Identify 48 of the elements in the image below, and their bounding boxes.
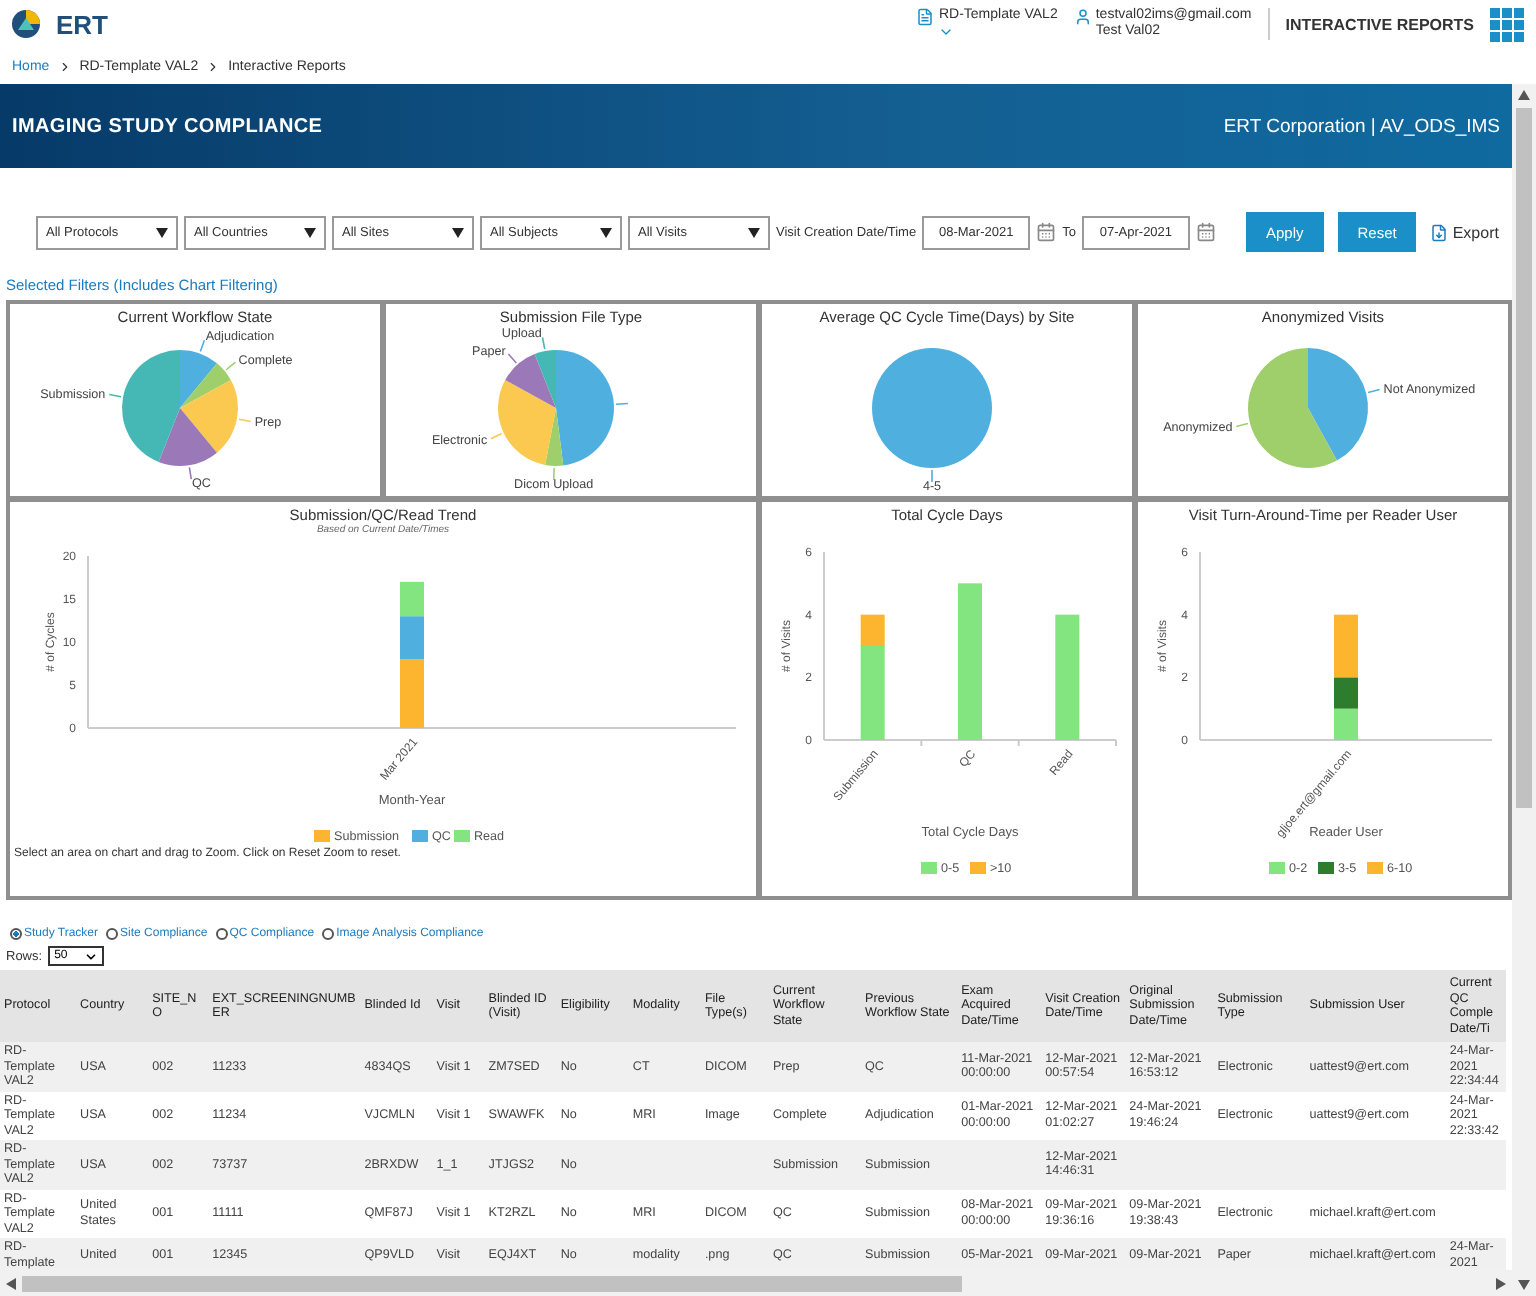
leader-line	[107, 393, 121, 398]
caret-icon	[156, 227, 168, 237]
leader-line	[1234, 422, 1248, 428]
leader-line	[551, 467, 554, 481]
leader-line	[930, 469, 932, 483]
calendar-icon[interactable]	[1036, 222, 1057, 242]
chevron-right-icon	[206, 59, 221, 73]
chevron-down-icon	[84, 949, 99, 963]
scroll-right-icon[interactable]	[1496, 1277, 1506, 1289]
calendar-icon[interactable]	[1195, 222, 1216, 242]
scroll-left-icon[interactable]	[6, 1277, 16, 1289]
radio-button[interactable]	[322, 928, 335, 940]
apps-grid-icon[interactable]	[1490, 7, 1524, 41]
bar	[1054, 614, 1079, 740]
bar	[399, 581, 423, 617]
page-title: IMAGING STUDY COMPLIANCE	[12, 115, 323, 137]
caret-icon	[600, 227, 612, 237]
caret-icon	[452, 227, 464, 237]
radio-button[interactable]	[215, 928, 228, 940]
bar	[1333, 708, 1357, 740]
chevron-down-icon[interactable]	[938, 24, 955, 40]
vertical-scrollbar[interactable]	[1512, 84, 1536, 1296]
scroll-up-icon[interactable]	[1518, 90, 1530, 100]
app-title: INTERACTIVE REPORTS	[1285, 15, 1474, 33]
leader-line	[1366, 388, 1380, 394]
leader-line	[489, 432, 502, 440]
pie-slice	[871, 348, 991, 468]
scroll-down-icon[interactable]	[1518, 1280, 1530, 1290]
leader-line	[224, 361, 236, 371]
leader-line	[187, 466, 192, 480]
horizontal-scrollbar[interactable]	[0, 1270, 1512, 1296]
export-link[interactable]: Export	[1430, 223, 1499, 241]
logo-text: ERT	[56, 9, 108, 39]
radio-button[interactable]	[10, 928, 22, 940]
radio-button[interactable]	[106, 928, 119, 940]
leader-line	[540, 336, 545, 350]
caret-icon	[304, 227, 316, 237]
chevron-right-icon	[57, 59, 72, 73]
leader-line	[614, 402, 628, 406]
organization-name: ERT Corporation | AV_ODS_IMS	[1223, 115, 1500, 137]
leader-line	[198, 339, 205, 353]
leader-line	[506, 353, 517, 364]
document-icon	[916, 8, 935, 26]
user-icon	[1073, 8, 1092, 26]
logo-icon	[12, 10, 40, 38]
leader-line	[237, 418, 251, 423]
export-icon	[1430, 223, 1449, 241]
caret-icon	[748, 227, 760, 237]
